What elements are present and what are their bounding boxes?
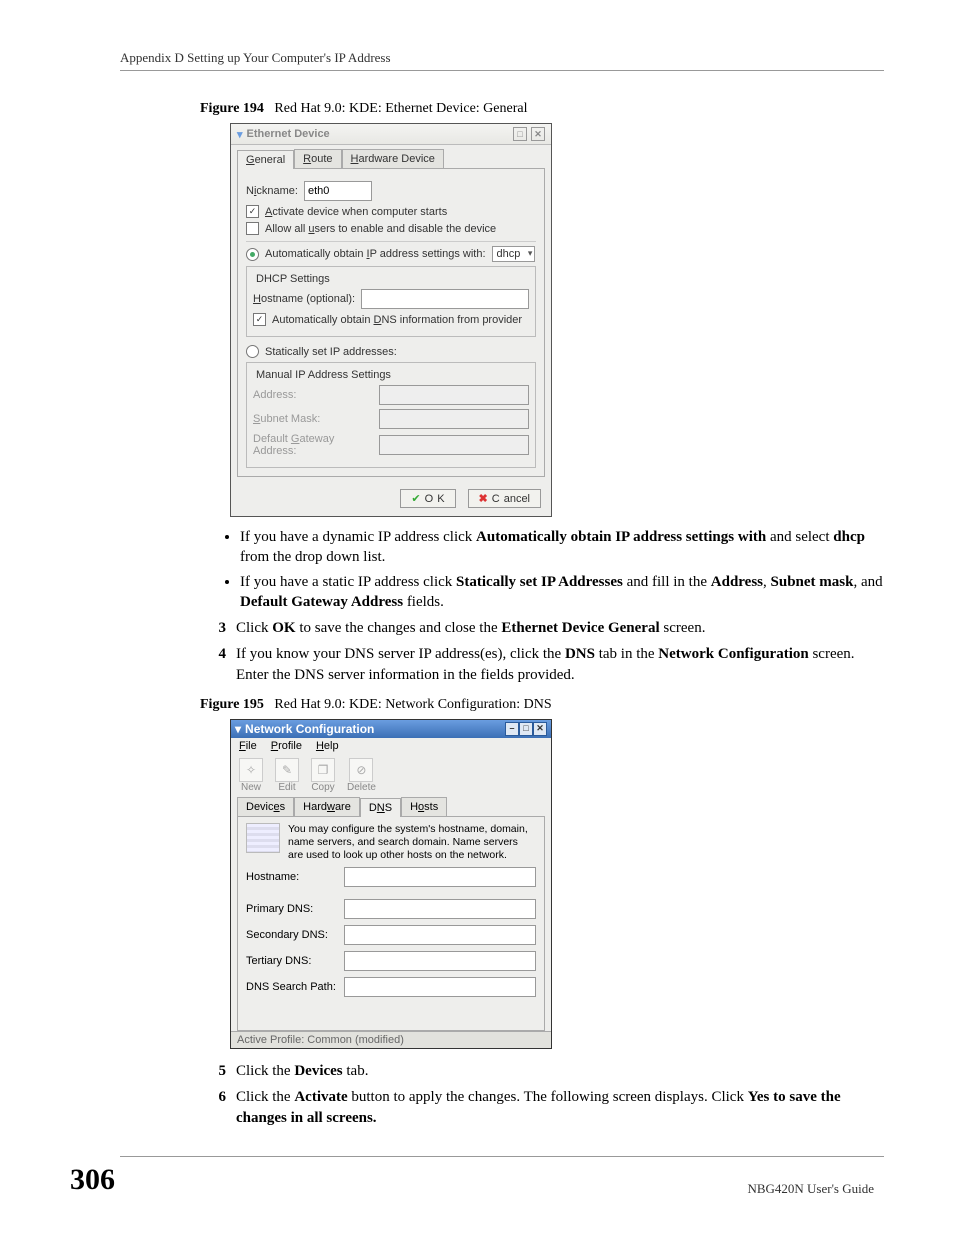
maximize-icon[interactable]: □ [519, 722, 533, 736]
tab-devices[interactable]: Devices [237, 797, 294, 816]
dialog-title-text: Ethernet Device [247, 128, 330, 140]
tab-hardware-device[interactable]: Hardware Device [342, 149, 444, 168]
check-icon: ✔ [411, 492, 420, 505]
auto-ip-radio[interactable] [246, 248, 259, 261]
figure-194-caption: Figure 194 Red Hat 9.0: KDE: Ethernet De… [200, 101, 884, 117]
dialog2-title-text: Network Configuration [245, 722, 374, 736]
bullet-dynamic-ip: If you have a dynamic IP address click A… [240, 527, 884, 568]
page-number: 306 [70, 1163, 115, 1197]
search-path-label: DNS Search Path: [246, 981, 338, 993]
tab-hardware[interactable]: Hardware [294, 797, 360, 816]
maximize-icon[interactable]: □ [513, 127, 527, 141]
guide-name: NBG420N User's Guide [747, 1181, 874, 1197]
auto-ip-label: Automatically obtain IP address settings… [265, 248, 486, 260]
copy-icon: ❐ [311, 758, 335, 782]
menu-profile[interactable]: Profile [271, 740, 302, 752]
bullet-static-ip: If you have a static IP address click St… [240, 572, 884, 613]
close-icon[interactable]: ✕ [531, 127, 545, 141]
secondary-dns-input[interactable] [344, 925, 536, 945]
hostname-opt-label: Hostname (optional): [253, 293, 355, 305]
tabbar: General Route Hardware Device [231, 145, 551, 168]
dhcp-select[interactable]: dhcp [492, 246, 536, 262]
ok-button[interactable]: ✔ OK [400, 489, 455, 508]
dialog2-titlebar: ▾ Network Configuration – □ ✕ [231, 720, 551, 738]
tertiary-dns-input[interactable] [344, 951, 536, 971]
network-config-dialog: ▾ Network Configuration – □ ✕ File Profi… [230, 719, 552, 1049]
subnet-label: Subnet Mask: [253, 413, 373, 425]
hostname-input[interactable] [344, 867, 536, 887]
step-4: 4 If you know your DNS server IP address… [200, 644, 884, 685]
hostname-opt-input[interactable] [361, 289, 529, 309]
primary-dns-label: Primary DNS: [246, 903, 338, 915]
x-icon: ✖ [479, 492, 488, 505]
edit-icon: ✎ [275, 758, 299, 782]
tb-copy[interactable]: ❐Copy [311, 758, 335, 793]
info-text: You may configure the system's hostname,… [288, 823, 536, 862]
static-ip-label: Statically set IP addresses: [265, 346, 397, 358]
subnet-input [379, 409, 529, 429]
primary-dns-input[interactable] [344, 899, 536, 919]
figure-195-caption: Figure 195 Red Hat 9.0: KDE: Network Con… [200, 697, 884, 713]
tab-route[interactable]: Route [294, 149, 341, 168]
new-icon: ✧ [239, 758, 263, 782]
dhcp-settings-title: DHCP Settings [253, 273, 333, 285]
auto-dns-label: Automatically obtain DNS information fro… [272, 314, 522, 326]
gateway-label: Default Gateway Address: [253, 433, 373, 457]
allow-users-checkbox[interactable] [246, 222, 259, 235]
dialog-titlebar: ▾ Ethernet Device □ ✕ [231, 124, 551, 145]
tb-edit[interactable]: ✎Edit [275, 758, 299, 793]
cancel-button[interactable]: ✖ Cancel [468, 489, 541, 508]
secondary-dns-label: Secondary DNS: [246, 929, 338, 941]
ethernet-device-dialog: ▾ Ethernet Device □ ✕ General Route Hard… [230, 123, 552, 517]
menu-help[interactable]: Help [316, 740, 339, 752]
tab-hosts[interactable]: Hosts [401, 797, 447, 816]
address-input [379, 385, 529, 405]
caret-down-icon: ▾ [237, 128, 243, 141]
page-header: Appendix D Setting up Your Computer's IP… [120, 50, 884, 71]
minimize-icon[interactable]: – [505, 722, 519, 736]
tb-delete[interactable]: ⊘Delete [347, 758, 376, 793]
tab-general[interactable]: General [237, 150, 294, 169]
nickname-input[interactable] [304, 181, 372, 201]
step-6: 6 Click the Activate button to apply the… [200, 1087, 884, 1128]
delete-icon: ⊘ [349, 758, 373, 782]
static-ip-radio[interactable] [246, 345, 259, 358]
tertiary-dns-label: Tertiary DNS: [246, 955, 338, 967]
step-5: 5 Click the Devices tab. [200, 1061, 884, 1081]
step-3: 3 Click OK to save the changes and close… [200, 618, 884, 638]
menubar: File Profile Help [231, 738, 551, 754]
activate-label: Activate device when computer starts [265, 206, 447, 218]
menu-file[interactable]: File [239, 740, 257, 752]
nickname-label: Nickname: [246, 185, 298, 197]
auto-dns-checkbox[interactable]: ✓ [253, 313, 266, 326]
tb-new[interactable]: ✧New [239, 758, 263, 793]
allow-users-label: Allow all users to enable and disable th… [265, 223, 496, 235]
status-bar: Active Profile: Common (modified) [231, 1031, 551, 1048]
toolbar: ✧New ✎Edit ❐Copy ⊘Delete [231, 754, 551, 795]
caret-down-icon: ▾ [235, 722, 241, 736]
gateway-input [379, 435, 529, 455]
search-path-input[interactable] [344, 977, 536, 997]
address-label: Address: [253, 389, 373, 401]
close-icon[interactable]: ✕ [533, 722, 547, 736]
manual-ip-title: Manual IP Address Settings [253, 369, 394, 381]
hostname-label: Hostname: [246, 871, 338, 883]
activate-checkbox[interactable]: ✓ [246, 205, 259, 218]
info-icon [246, 823, 280, 853]
tab-dns[interactable]: DNS [360, 798, 401, 817]
